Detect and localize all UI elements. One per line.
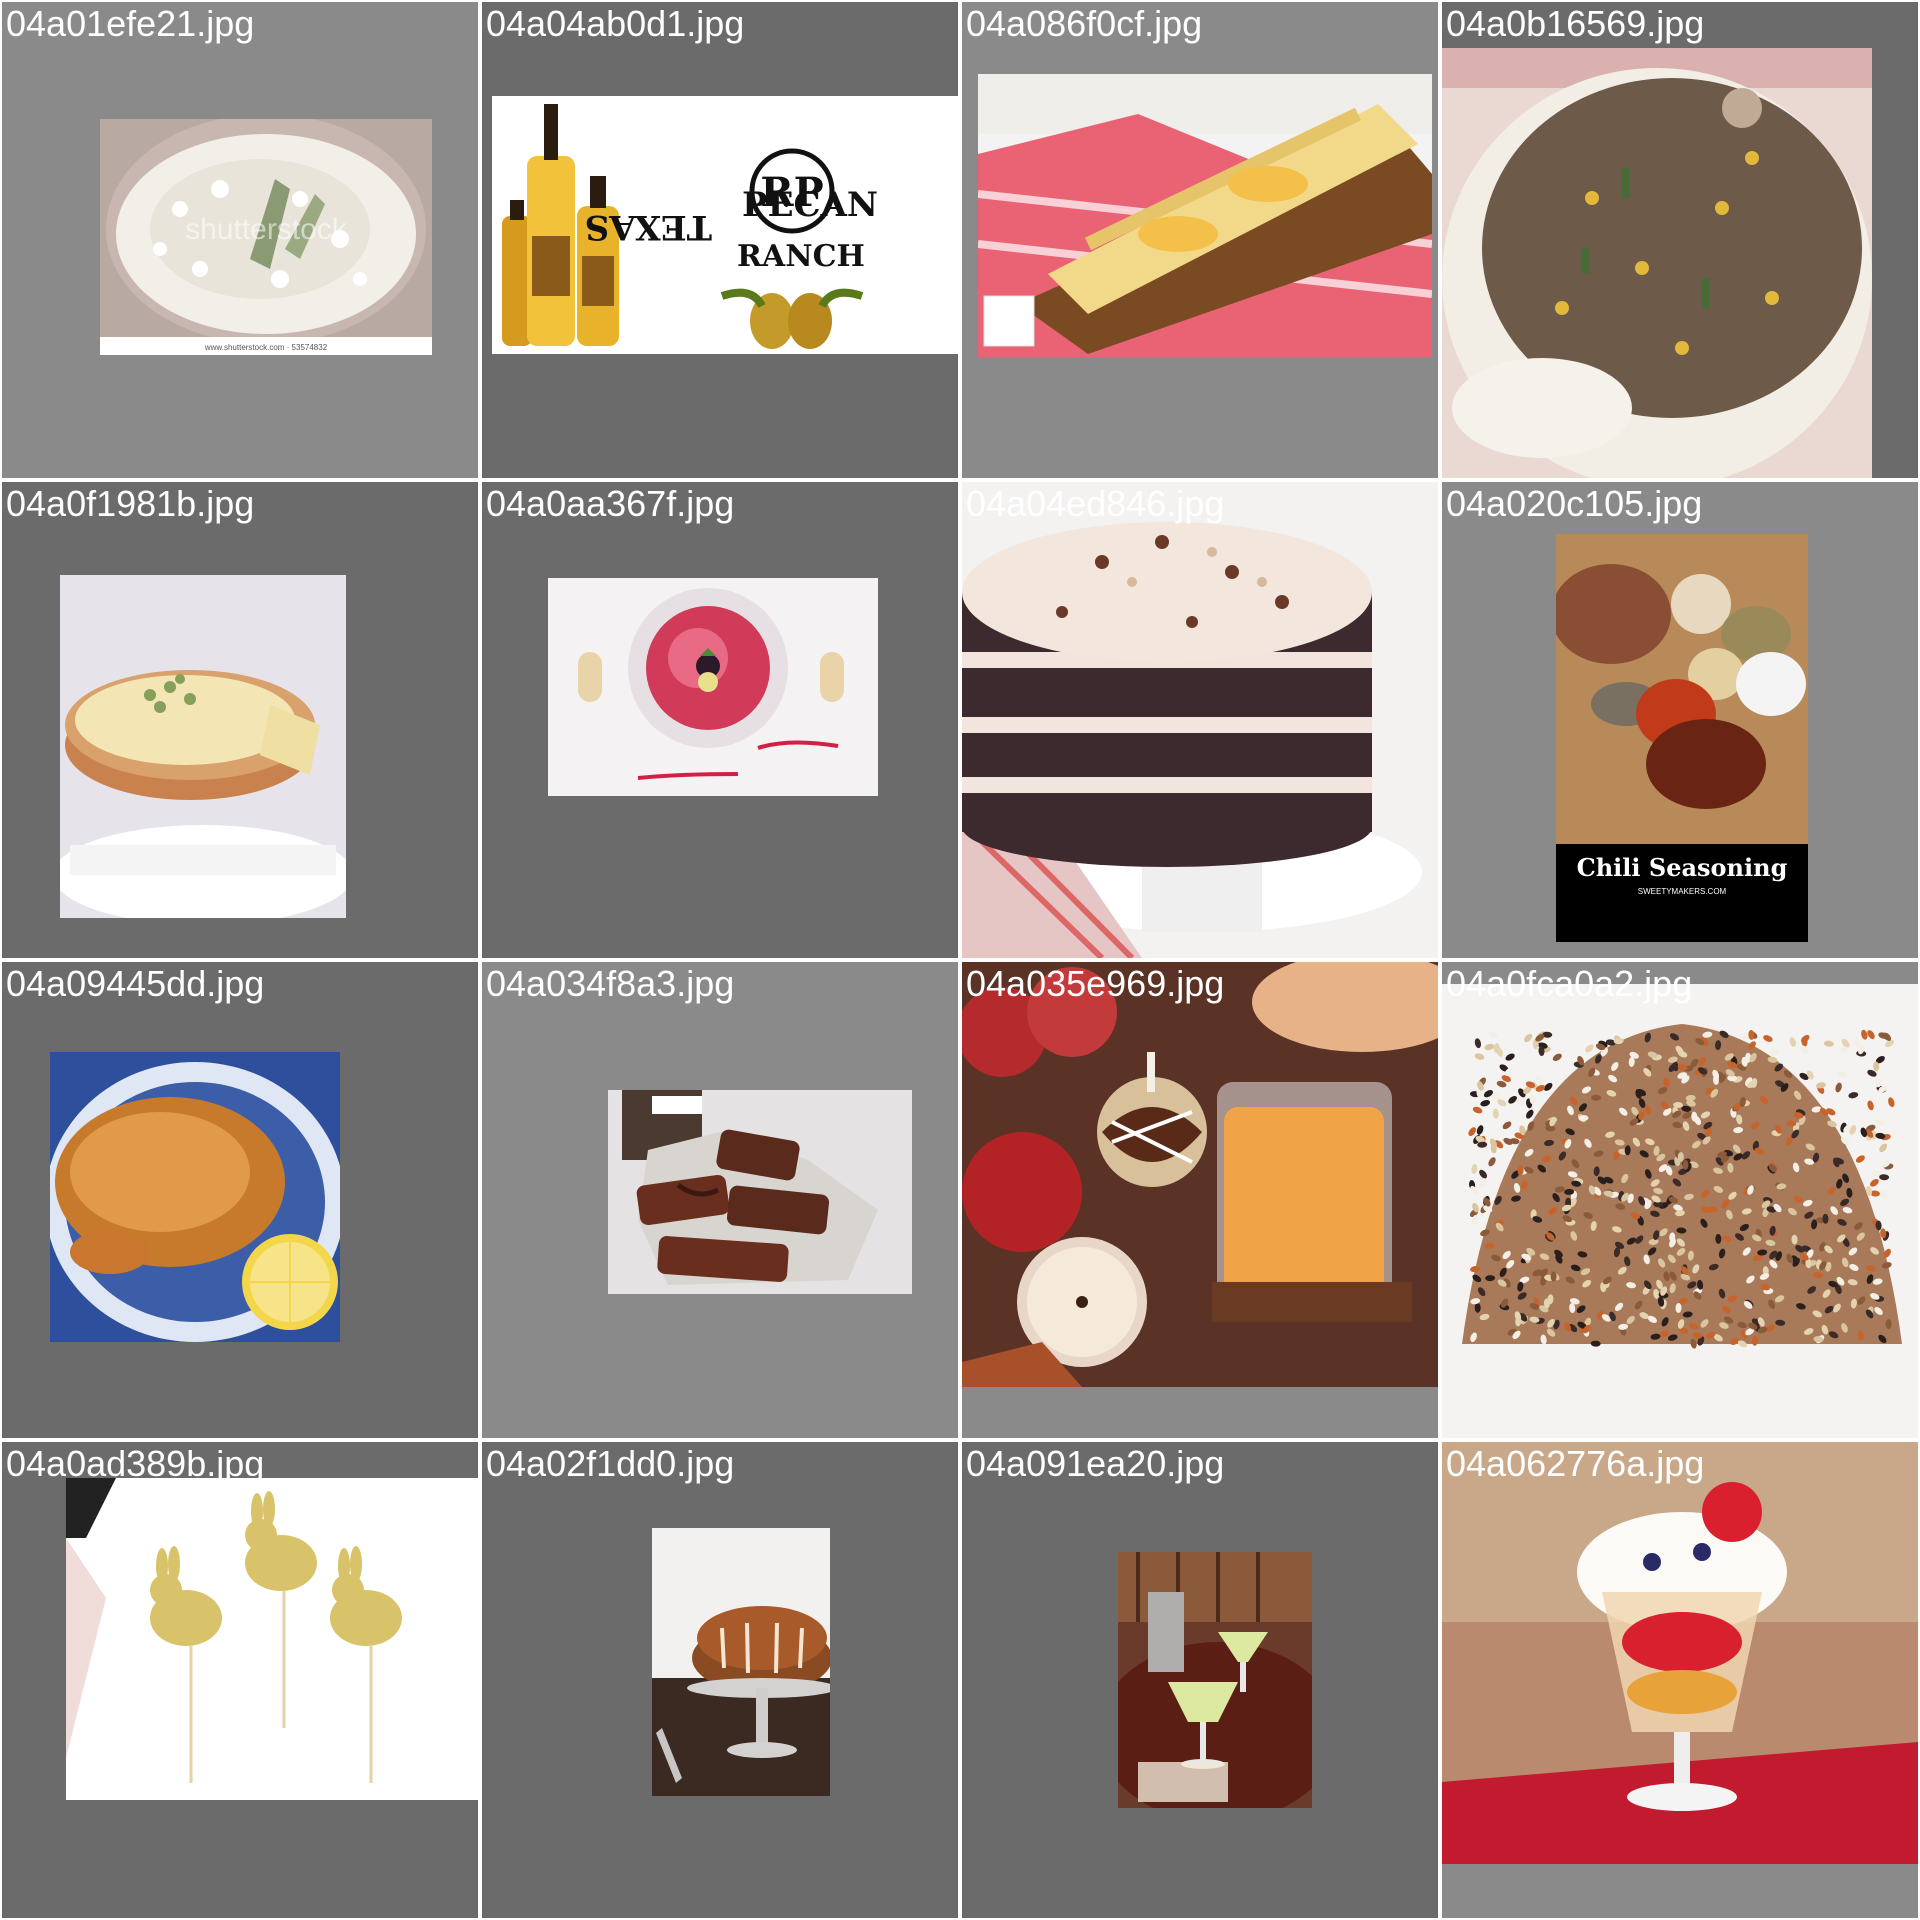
filename-label: 04a086f0cf.jpg <box>966 3 1203 44</box>
tile-16[interactable]: 04a062776a.jpg <box>1442 1442 1918 1918</box>
filename-label: 04a04ed846.jpg <box>966 483 1225 524</box>
wild-rice-photo <box>1442 984 1918 1438</box>
filename-label: 04a0f1981b.jpg <box>6 483 255 524</box>
roast-chicken-photo <box>50 1052 340 1342</box>
filename-label: 04a0aa367f.jpg <box>486 483 735 524</box>
risotto-photo: shutterstock www.shutterstock.com · 5357… <box>100 119 432 355</box>
chocolate-bars-photo <box>608 1090 912 1294</box>
tile-4[interactable]: 04a0b16569.jpg <box>1442 2 1918 478</box>
shutterstock-watermark: shutterstock <box>185 213 348 246</box>
filename-label: 04a0fca0a2.jpg <box>1446 963 1693 1004</box>
filename-label: 04a0b16569.jpg <box>1446 3 1705 44</box>
tile-12[interactable]: 04a0fca0a2.jpg <box>1442 962 1918 1438</box>
tile-3[interactable]: 04a086f0cf.jpg <box>962 2 1438 478</box>
filename-label: 04a02f1dd0.jpg <box>486 1443 735 1484</box>
filename-label: 04a034f8a3.jpg <box>486 963 735 1004</box>
chili-seasoning-photo: Chili Seasoning SWEETYMAKERS.COM <box>1556 534 1808 942</box>
raspberry-dessert-photo <box>548 578 878 796</box>
filename-label: 04a09445dd.jpg <box>6 963 265 1004</box>
tile-1[interactable]: shutterstock www.shutterstock.com · 5357… <box>2 2 478 478</box>
chocolate-cake-photo <box>962 482 1438 958</box>
trifle-cup-photo <box>1442 1442 1918 1864</box>
tile-10[interactable]: 04a034f8a3.jpg <box>482 962 958 1438</box>
bunny-toppers-photo <box>66 1478 478 1800</box>
apple-cider-photo <box>962 962 1438 1387</box>
tile-2[interactable]: RP TEXAS PECAN RANCH 04a04ab0d1.jpg <box>482 2 958 478</box>
logo-pecan: PECAN <box>742 185 878 225</box>
tile-15[interactable]: 04a091ea20.jpg <box>962 1442 1438 1918</box>
tile-7[interactable]: 04a04ed846.jpg <box>962 482 1438 958</box>
tile-14[interactable]: 04a02f1dd0.jpg <box>482 1442 958 1918</box>
image-grid: shutterstock www.shutterstock.com · 5357… <box>0 0 1920 1920</box>
lemon-tart-photo <box>60 575 346 918</box>
tile-6[interactable]: 04a0aa367f.jpg <box>482 482 958 958</box>
logo-texas: TEXAS <box>585 207 712 247</box>
strudel-photo <box>978 74 1432 357</box>
tile-8[interactable]: Chili Seasoning SWEETYMAKERS.COM 04a020c… <box>1442 482 1918 958</box>
filename-label: 04a091ea20.jpg <box>966 1443 1225 1484</box>
watermark-footer: www.shutterstock.com · 53574832 <box>204 343 328 352</box>
chili-caption: Chili Seasoning <box>1577 853 1788 882</box>
tile-13[interactable]: 04a0ad389b.jpg <box>2 1442 478 1918</box>
tile-9[interactable]: 04a09445dd.jpg <box>2 962 478 1438</box>
tile-5[interactable]: 04a0f1981b.jpg <box>2 482 478 958</box>
filename-label: 04a01efe21.jpg <box>6 3 255 44</box>
margaritas-photo <box>1118 1552 1312 1808</box>
bundt-cake-photo <box>652 1528 830 1796</box>
filename-label: 04a04ab0d1.jpg <box>486 3 745 44</box>
filename-label: 04a062776a.jpg <box>1446 1443 1705 1484</box>
tile-11[interactable]: 04a035e969.jpg <box>962 962 1438 1438</box>
logo-ranch: RANCH <box>737 239 865 274</box>
chili-caption-small: SWEETYMAKERS.COM <box>1638 887 1727 896</box>
filename-label: 04a035e969.jpg <box>966 963 1225 1004</box>
filename-label: 04a0ad389b.jpg <box>6 1443 265 1484</box>
pecan-oil-photo: RP TEXAS PECAN RANCH <box>492 96 958 354</box>
meat-rice-photo <box>1442 48 1872 478</box>
filename-label: 04a020c105.jpg <box>1446 483 1703 524</box>
